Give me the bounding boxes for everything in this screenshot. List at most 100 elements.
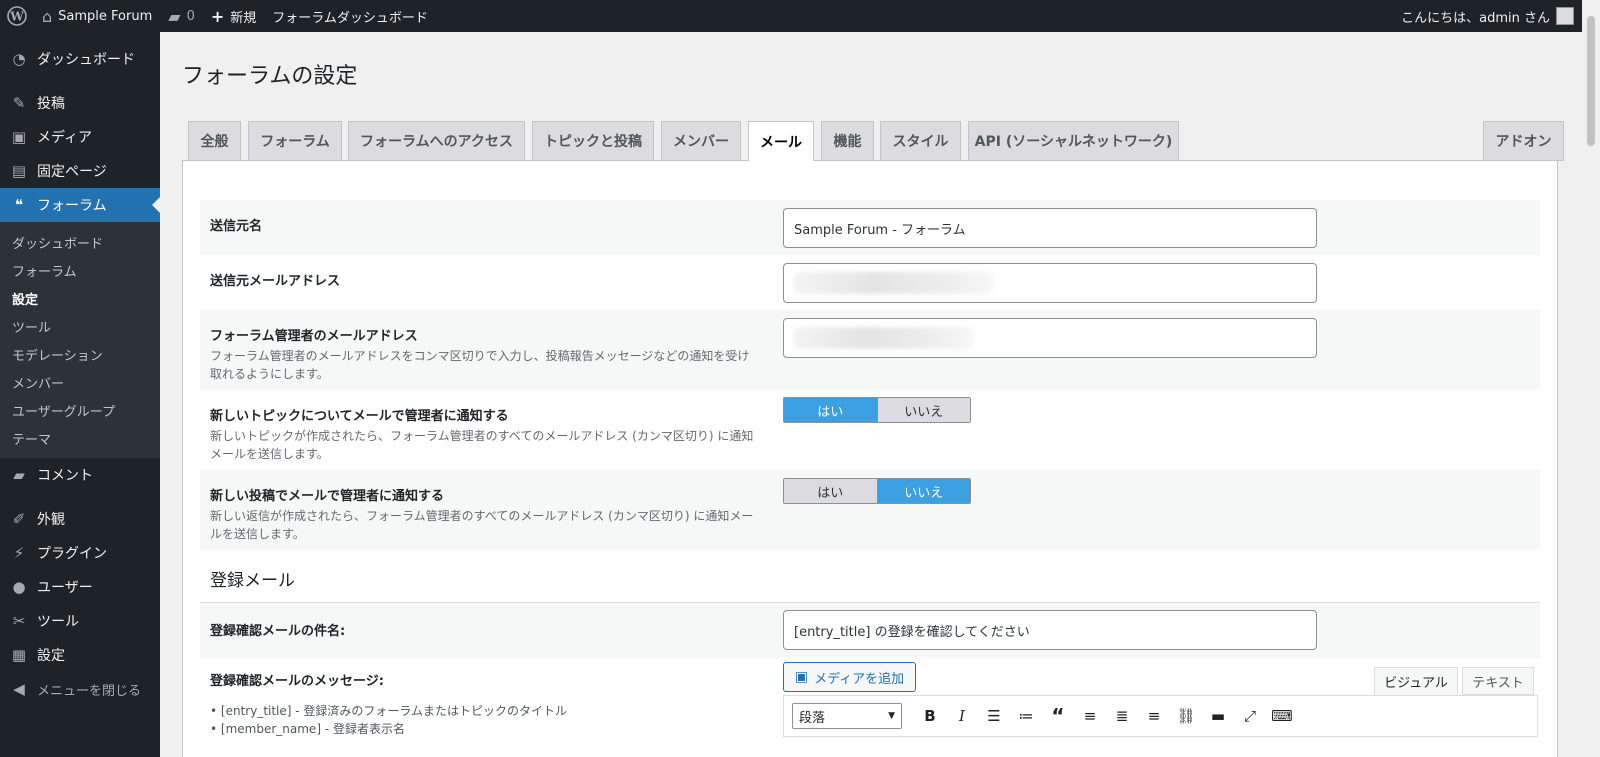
comment-bubble-icon: ▰ (168, 6, 181, 26)
notify-topic-toggle: はい いいえ (783, 397, 971, 423)
menu-label: ユーザー (37, 580, 93, 596)
menu-media[interactable]: ▣ メディア (0, 120, 160, 154)
wordpress-logo-icon[interactable]: W (0, 0, 34, 32)
setting-row-notify-topic: 新しいトピックについてメールで管理者に通知する 新しいトピックが作成されたら、フ… (200, 390, 1540, 470)
admin-bar: W ⌂ Sample Forum ▰ 0 + 新規 フォーラムダッシュボード こ… (0, 0, 1600, 32)
list-item: [entry_title] - 登録済みのフォーラムまたはトピックのタイトル (210, 702, 567, 720)
confirm-subject-input[interactable]: [entry_title] の登録を確認してください (783, 610, 1317, 650)
submenu-usergroups[interactable]: ユーザーグループ (0, 396, 160, 424)
notify-topic-label: 新しいトピックについてメールで管理者に通知する (210, 409, 509, 424)
align-center-icon[interactable]: ≣ (1106, 701, 1138, 731)
notify-topic-description: 新しいトピックが作成されたら、フォーラム管理者のすべてのメールアドレス (カンマ… (210, 429, 754, 461)
align-left-icon[interactable]: ≡ (1074, 701, 1106, 731)
menu-collapse[interactable]: ◀ メニューを閉じる (0, 672, 160, 706)
submenu-tools[interactable]: ツール (0, 312, 160, 340)
comments-link[interactable]: ▰ 0 (160, 0, 203, 32)
page-icon: ▤ (11, 162, 27, 180)
notify-topic-yes-button[interactable]: はい (784, 398, 877, 422)
editor-tab-text[interactable]: テキスト (1462, 667, 1534, 695)
wrench-icon: ✂ (12, 612, 26, 630)
admin-email-input[interactable] (783, 318, 1317, 358)
dashboard-icon: ◔ (12, 50, 26, 68)
menu-users[interactable]: ● ユーザー (0, 570, 160, 604)
menu-plugins[interactable]: ⚡ プラグイン (0, 536, 160, 570)
sender-email-label: 送信元メールアドレス (210, 274, 341, 289)
placeholder-tag-list: [entry_title] - 登録済みのフォーラムまたはトピックのタイトル [… (210, 702, 567, 738)
read-more-icon[interactable]: ▬ (1202, 701, 1234, 731)
menu-tools[interactable]: ✂ ツール (0, 604, 160, 638)
menu-label: 外観 (37, 512, 65, 528)
redacted-value (794, 327, 974, 349)
pin-icon: ✎ (12, 94, 26, 112)
submenu-moderation[interactable]: モデレーション (0, 340, 160, 368)
site-name-link[interactable]: ⌂ Sample Forum (34, 0, 160, 32)
link-icon[interactable]: ⛓ (1170, 701, 1202, 731)
tab-api[interactable]: API (ソーシャルネットワーク) (968, 121, 1179, 161)
comment-icon: ▰ (13, 466, 25, 484)
page-scrollbar[interactable] (1582, 0, 1600, 757)
submenu-members[interactable]: メンバー (0, 368, 160, 396)
menu-pages[interactable]: ▤ 固定ページ (0, 154, 160, 188)
site-name: Sample Forum (58, 8, 153, 24)
plus-icon: + (210, 6, 225, 26)
chevron-down-icon: ▼ (888, 711, 895, 721)
notify-post-no-button[interactable]: いいえ (876, 479, 970, 503)
tab-general[interactable]: 全般 (188, 121, 241, 161)
sender-name-label: 送信元名 (210, 219, 263, 234)
menu-forum[interactable]: ❝ フォーラム (0, 188, 160, 222)
bold-icon[interactable]: B (914, 701, 946, 731)
new-content-link[interactable]: + 新規 (203, 0, 264, 32)
admin-sidebar: ◔ ダッシュボード ✎ 投稿 ▣ メディア ▤ 固定ページ ❝ フォーラム ダッ… (0, 32, 160, 757)
collapse-icon: ◀ (13, 680, 25, 698)
home-icon: ⌂ (42, 6, 53, 26)
settings-panel: 送信元名 Sample Forum - フォーラム 送信元メールアドレス フォー… (182, 161, 1558, 757)
numbered-list-icon[interactable]: ≔ (1010, 701, 1042, 731)
menu-comments[interactable]: ▰ コメント (0, 458, 160, 492)
tab-features[interactable]: 機能 (821, 121, 874, 161)
account-menu[interactable]: こんにちは、admin さん (1393, 0, 1600, 32)
submenu-settings[interactable]: 設定 (0, 284, 160, 312)
editor-tab-visual[interactable]: ビジュアル (1374, 667, 1458, 695)
sender-name-input[interactable]: Sample Forum - フォーラム (783, 208, 1317, 248)
align-right-icon[interactable]: ≡ (1138, 701, 1170, 731)
tab-topics-posts[interactable]: トピックと投稿 (532, 121, 654, 161)
svg-text:W: W (9, 10, 24, 24)
forum-dashboard-link[interactable]: フォーラムダッシュボード (264, 0, 436, 32)
settings-tabs: 全般 フォーラム フォーラムへのアクセス トピックと投稿 メンバー メール 機能… (182, 121, 1564, 162)
tab-members[interactable]: メンバー (661, 121, 741, 161)
bullet-list-icon[interactable]: ☰ (978, 701, 1010, 731)
add-media-button[interactable]: ▣ メディアを追加 (783, 662, 916, 692)
submenu-dashboard[interactable]: ダッシュボード (0, 228, 160, 256)
tab-email[interactable]: メール (748, 121, 814, 162)
submenu-themes[interactable]: テーマ (0, 424, 160, 452)
blockquote-icon[interactable]: “ (1042, 701, 1074, 731)
tab-forum-access[interactable]: フォーラムへのアクセス (348, 121, 525, 161)
menu-posts[interactable]: ✎ 投稿 (0, 86, 160, 120)
editor-toolbar: 段落 ▼ B I ☰ ≔ “ ≡ ≣ ≡ ⛓ ▬ ⤢ ⌨ (783, 695, 1538, 737)
scrollbar-thumb[interactable] (1587, 16, 1595, 146)
menu-label: メニューを閉じる (37, 683, 142, 699)
notify-post-yes-button[interactable]: はい (784, 479, 877, 503)
menu-label: ダッシュボード (37, 52, 135, 68)
notify-post-description: 新しい返信が作成されたら、フォーラム管理者のすべてのメールアドレス (カンマ区切… (210, 509, 754, 541)
redacted-value (794, 272, 994, 294)
confirm-subject-label: 登録確認メールの件名: (210, 624, 346, 639)
media-icon: ▣ (794, 669, 809, 685)
tab-addons[interactable]: アドオン (1483, 121, 1564, 161)
fullscreen-icon[interactable]: ⤢ (1234, 701, 1266, 731)
sender-email-input[interactable] (783, 263, 1317, 303)
list-item: [member_name] - 登録者表示名 (210, 720, 567, 738)
comments-count: 0 (186, 8, 195, 24)
italic-icon[interactable]: I (946, 701, 978, 731)
tab-forums[interactable]: フォーラム (248, 121, 342, 161)
submenu-forums[interactable]: フォーラム (0, 256, 160, 284)
keyboard-icon[interactable]: ⌨ (1266, 701, 1298, 731)
confirm-message-label: 登録確認メールのメッセージ: (210, 674, 384, 689)
tab-styles[interactable]: スタイル (880, 121, 961, 161)
menu-settings[interactable]: ▦ 設定 (0, 638, 160, 672)
notify-topic-no-button[interactable]: いいえ (876, 398, 970, 422)
setting-row-sender-email: 送信元メールアドレス (200, 255, 1540, 310)
format-select[interactable]: 段落 ▼ (792, 703, 902, 729)
menu-dashboard[interactable]: ◔ ダッシュボード (0, 42, 160, 76)
menu-appearance[interactable]: ✐ 外観 (0, 502, 160, 536)
